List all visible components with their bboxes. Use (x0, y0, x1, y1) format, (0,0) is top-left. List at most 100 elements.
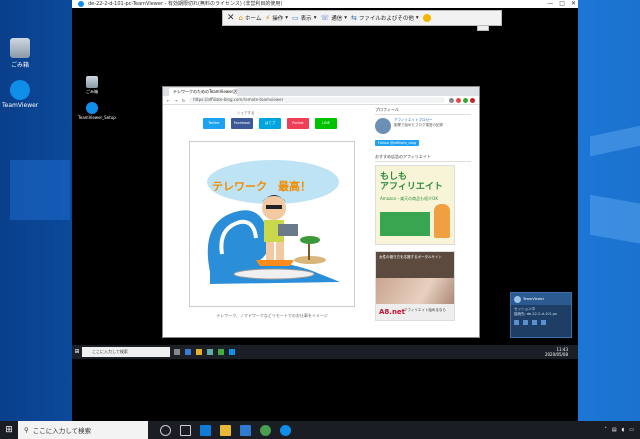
file-explorer-icon[interactable] (220, 424, 231, 436)
extension-icon[interactable] (456, 97, 461, 103)
end-session-button[interactable]: ✕ (227, 13, 235, 23)
session-panel-body: セッション中 接続先: de-22-2-d-101-pc (511, 305, 571, 319)
telework-illustration: テレワーク 最高！ (189, 141, 355, 307)
files-icon: ⇆ (351, 14, 357, 22)
close-icon[interactable] (541, 320, 546, 325)
cortana-icon[interactable] (160, 424, 171, 436)
remote-start-button[interactable]: ⊞ (72, 345, 82, 359)
profile-text: アフィリエイトブロガー 副業で始めたブログ運営の記録 (394, 118, 443, 134)
ad-banner-a8[interactable]: 女性の働き方を応援するポータルサイト A8.net アフィリエイト始めるなら (375, 251, 455, 321)
close-button[interactable]: ✕ (571, 0, 576, 8)
minimize-button[interactable]: — (547, 0, 553, 8)
windows-logo-icon: ⊞ (5, 425, 13, 435)
ad-subtitle: Amazon・楽天の商品も紹介OK (380, 196, 438, 201)
toolbar-label: 表示 (300, 16, 312, 22)
ad-banner-moshimo[interactable]: もしも アフィリエイト Amazon・楽天の商品も紹介OK (375, 165, 455, 245)
taskbar-search-box[interactable]: ⚲ ここに入力して検索 (18, 421, 148, 439)
avatar (375, 118, 391, 134)
remote-desktop-icon-teamviewer[interactable]: TeamViewer_Setup (78, 102, 116, 120)
toolbar-view-button[interactable]: ▭ 表示 ▾ (292, 14, 316, 22)
reload-icon[interactable]: ↻ (182, 98, 185, 103)
store-icon[interactable] (207, 349, 213, 355)
teamviewer-remote-window[interactable]: de-22-2-d-101-pc-TeamViewer - 有効期限切れ(無料の… (72, 0, 578, 421)
chat-icon[interactable] (514, 320, 519, 325)
toolbar-label: 通信 (331, 16, 343, 22)
address-bar[interactable]: https://affiliate-blog.com/remote-teamvi… (189, 97, 445, 103)
files-icon[interactable] (532, 320, 537, 325)
toolbar-home-button[interactable]: ⌂ ホーム (239, 14, 262, 22)
recycle-bin-icon (86, 76, 98, 88)
share-line-button[interactable]: LINE (315, 118, 337, 129)
system-tray: ˄ ▤ ◖ ▭ (604, 421, 634, 439)
teamviewer-icon[interactable] (280, 424, 291, 436)
smiley-icon[interactable] (422, 14, 431, 22)
file-explorer-icon[interactable] (196, 349, 202, 355)
remote-browser-window[interactable]: テレワークのためのTeamViewer活用法 ← → ↻ https://aff… (162, 86, 480, 338)
edge-icon[interactable] (200, 424, 211, 436)
task-view-icon[interactable] (174, 349, 180, 355)
teamviewer-session-panel[interactable]: TeamViewer セッション中 接続先: de-22-2-d-101-pc (510, 292, 572, 338)
search-icon: ⚲ (24, 426, 29, 434)
remote-desktop[interactable]: ごみ箱 TeamViewer_Setup テレワークのためのTeamViewer… (72, 70, 578, 370)
chrome-icon[interactable] (260, 424, 271, 436)
chrome-icon[interactable] (218, 349, 224, 355)
taskbar: ⊞ ⚲ ここに入力して検索 ˄ ▤ ◖ ▭ (0, 421, 640, 439)
share-hatena-button[interactable]: はてブ (259, 118, 281, 129)
ad-title: もしも アフィリエイト (380, 172, 443, 192)
task-view-icon[interactable] (180, 424, 191, 436)
remote-taskbar: ⊞ ここに入力して検索 11:43 2020/05/08 (72, 345, 578, 359)
toolbar-communicate-button[interactable]: ☏ 通信 ▾ (320, 14, 347, 22)
desktop-icon-recycle-bin[interactable]: ごみ箱 (2, 38, 38, 69)
share-twitter-button[interactable]: Twitter (203, 118, 225, 129)
toolbar-pin-handle[interactable] (477, 25, 489, 31)
session-partner: 接続先: de-22-2-d-101-pc (514, 312, 558, 316)
teamviewer-icon[interactable] (229, 349, 235, 355)
extension-icon[interactable] (463, 97, 468, 103)
light-beam (590, 194, 640, 246)
remote-window-title-bar[interactable]: de-22-2-d-101-pc-TeamViewer - 有効期限切れ(無料の… (72, 0, 578, 8)
share-pocket-button[interactable]: Pocket (287, 118, 309, 129)
forward-icon[interactable]: → (174, 98, 177, 103)
maximize-button[interactable]: □ (559, 0, 565, 8)
star-icon[interactable] (449, 97, 454, 103)
search-placeholder: ここに入力して検索 (32, 427, 92, 435)
profile-desc: 副業で始めたブログ運営の記録 (394, 123, 443, 127)
home-icon: ⌂ (238, 14, 243, 22)
surfer-illustration (207, 160, 340, 284)
twitter-follow-button[interactable]: Follow @affiliate_blog (375, 140, 420, 146)
window-title: de-22-2-d-101-pc-TeamViewer - 有効期限切れ(無料の… (88, 1, 283, 7)
network-icon[interactable]: ▤ (612, 427, 617, 433)
share-label: シェアする (237, 111, 255, 115)
session-panel-title: TeamViewer (523, 297, 545, 301)
browser-tab-strip: テレワークのためのTeamViewer活用法 (163, 87, 479, 96)
toolbar-files-button[interactable]: ⇆ ファイルおよびその他 ▾ (351, 14, 419, 22)
remote-desktop-icon-recycle-bin[interactable]: ごみ箱 (78, 76, 106, 95)
toolbar-actions-button[interactable]: ⚡ 操作 ▾ (265, 14, 288, 22)
back-icon[interactable]: ← (167, 98, 170, 103)
start-button[interactable]: ⊞ (0, 421, 18, 439)
teamviewer-icon (514, 295, 521, 303)
video-icon[interactable] (523, 320, 528, 325)
ad-image (380, 212, 430, 236)
share-facebook-button[interactable]: Facebook (231, 118, 253, 129)
taskbar-apps (160, 424, 291, 436)
notification-icon[interactable]: ▭ (629, 427, 634, 433)
chat-icon: ☏ (320, 14, 330, 22)
remote-clock[interactable]: 11:43 2020/05/08 (545, 347, 568, 357)
teamviewer-icon (10, 80, 30, 100)
desktop-icon-label: TeamViewer_Setup (78, 115, 116, 120)
desktop-icon-teamviewer[interactable]: TeamViewer (2, 80, 38, 109)
recycle-bin-icon (10, 38, 30, 58)
illustration-text: テレワーク 最高！ (212, 180, 311, 193)
chevron-down-icon: ▾ (344, 15, 347, 21)
a8-logo: A8.net (379, 308, 406, 316)
browser-tab[interactable]: テレワークのためのTeamViewer活用法 (169, 87, 237, 96)
chevron-up-icon[interactable]: ˄ (604, 427, 607, 433)
profile-icon[interactable] (470, 97, 475, 103)
edge-icon[interactable] (185, 349, 191, 355)
mail-icon[interactable] (240, 424, 251, 436)
lightning-icon: ⚡ (265, 14, 271, 22)
sidebar: プロフィール アフィリエイトブロガー 副業で始めたブログ運営の記録 Follow… (375, 107, 471, 337)
volume-icon[interactable]: ◖ (622, 427, 625, 433)
remote-search-box[interactable]: ここに入力して検索 (82, 347, 170, 357)
